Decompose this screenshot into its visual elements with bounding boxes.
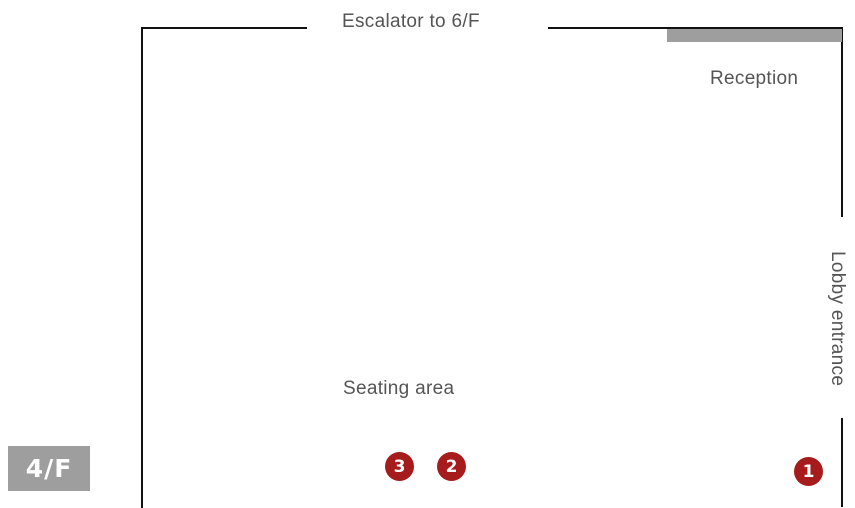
lobby-entrance-label: Lobby entrance: [827, 251, 848, 387]
wall-left: [141, 27, 143, 508]
floor-badge: 4/F: [8, 446, 90, 491]
wall-top-left: [141, 27, 307, 29]
location-marker-1[interactable]: 1: [794, 457, 823, 486]
reception-counter: [667, 29, 842, 42]
escalator-label: Escalator to 6/F: [342, 11, 480, 32]
wall-right-upper: [841, 27, 843, 217]
reception-label: Reception: [710, 68, 799, 89]
location-marker-3[interactable]: 3: [385, 452, 414, 481]
wall-right-lower: [841, 418, 843, 507]
seating-area-label: Seating area: [343, 378, 455, 399]
location-marker-2[interactable]: 2: [437, 452, 466, 481]
